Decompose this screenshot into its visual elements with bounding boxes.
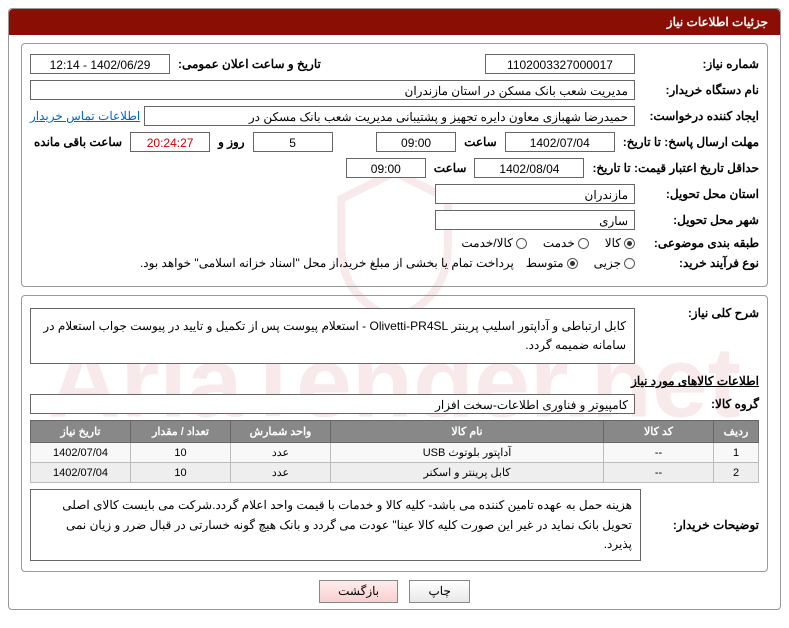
- days-and-label: روز و: [214, 135, 249, 149]
- print-button[interactable]: چاپ: [409, 580, 469, 603]
- cell-date: 1402/07/04: [31, 443, 131, 463]
- goods-group-field: کامپیوتر و فناوری اطلاعات-سخت افزار: [30, 394, 635, 414]
- need-no-field: 1102003327000017: [485, 54, 635, 74]
- subject-class-label: طبقه بندی موضوعی:: [639, 236, 759, 250]
- table-row: 1 -- آداپتور بلوتوث USB عدد 10 1402/07/0…: [31, 443, 759, 463]
- time-left-field: 20:24:27: [130, 132, 210, 152]
- panel-header: جزئیات اطلاعات نیاز: [9, 9, 780, 35]
- buyer-contact-link[interactable]: اطلاعات تماس خریدار: [30, 109, 140, 123]
- cell-code: --: [604, 463, 714, 483]
- col-code: کد کالا: [604, 421, 714, 443]
- radio-medium-label: متوسط: [526, 256, 564, 270]
- subject-class-group: کالا خدمت کالا/خدمت: [461, 236, 635, 250]
- radio-medium[interactable]: [567, 258, 578, 269]
- overall-desc-label: شرح کلی نیاز:: [639, 306, 759, 320]
- remaining-label: ساعت باقی مانده: [30, 135, 126, 149]
- buyer-org-label: نام دستگاه خریدار:: [639, 83, 759, 97]
- col-row: ردیف: [714, 421, 759, 443]
- overall-desc-box: کابل ارتباطی و آداپتور اسلیپ پرینتر Oliv…: [30, 308, 635, 364]
- buyer-notes-box: هزینه حمل به عهده تامین کننده می باشد- ک…: [30, 489, 641, 561]
- requester-label: ایجاد کننده درخواست:: [639, 109, 759, 123]
- validity-date-field: 1402/08/04: [474, 158, 584, 178]
- cell-qty: 10: [131, 463, 231, 483]
- buyer-org-field: مدیریت شعب بانک مسکن در استان مازندران: [30, 80, 635, 100]
- deadline-time-field: 09:00: [376, 132, 456, 152]
- radio-service-label: خدمت: [543, 236, 575, 250]
- table-row: 2 -- کابل پرینتر و اسکنر عدد 10 1402/07/…: [31, 463, 759, 483]
- cell-name: کابل پرینتر و اسکنر: [331, 463, 604, 483]
- radio-goods-service[interactable]: [516, 238, 527, 249]
- cell-unit: عدد: [231, 463, 331, 483]
- col-date: تاریخ نیاز: [31, 421, 131, 443]
- province-label: استان محل تحویل:: [639, 187, 759, 201]
- days-left-field: 5: [253, 132, 333, 152]
- goods-group-label: گروه کالا:: [639, 397, 759, 411]
- cell-row: 2: [714, 463, 759, 483]
- radio-goods[interactable]: [624, 238, 635, 249]
- buyer-notes-label: توضیحات خریدار:: [649, 489, 759, 561]
- treasury-note: پرداخت تمام یا بخشی از مبلغ خرید،از محل …: [140, 256, 522, 270]
- purchase-type-group: جزیی متوسط: [526, 256, 635, 270]
- announce-dt-field: 1402/06/29 - 12:14: [30, 54, 170, 74]
- cell-qty: 10: [131, 443, 231, 463]
- radio-small[interactable]: [624, 258, 635, 269]
- deadline-label: مهلت ارسال پاسخ: تا تاریخ:: [619, 135, 759, 149]
- goods-info-title: اطلاعات کالاهای مورد نیاز: [30, 374, 759, 388]
- cell-code: --: [604, 443, 714, 463]
- button-row: چاپ بازگشت: [21, 580, 768, 603]
- radio-small-label: جزیی: [594, 256, 621, 270]
- announce-dt-label: تاریخ و ساعت اعلان عمومی:: [174, 57, 325, 71]
- need-no-label: شماره نیاز:: [639, 57, 759, 71]
- cell-date: 1402/07/04: [31, 463, 131, 483]
- goods-info-box: شرح کلی نیاز: کابل ارتباطی و آداپتور اسل…: [21, 295, 768, 572]
- radio-service[interactable]: [578, 238, 589, 249]
- need-details-panel: جزئیات اطلاعات نیاز شماره نیاز: 11020033…: [8, 8, 781, 610]
- city-label: شهر محل تحویل:: [639, 213, 759, 227]
- cell-name: آداپتور بلوتوث USB: [331, 443, 604, 463]
- province-field: مازندران: [435, 184, 635, 204]
- hour-label-2: ساعت: [430, 161, 471, 175]
- purchase-type-label: نوع فرآیند خرید:: [639, 256, 759, 270]
- city-field: ساری: [435, 210, 635, 230]
- col-name: نام کالا: [331, 421, 604, 443]
- items-table: ردیف کد کالا نام کالا واحد شمارش تعداد /…: [30, 420, 759, 483]
- validity-time-field: 09:00: [346, 158, 426, 178]
- cell-row: 1: [714, 443, 759, 463]
- main-info-box: شماره نیاز: 1102003327000017 تاریخ و ساع…: [21, 43, 768, 287]
- hour-label-1: ساعت: [460, 135, 501, 149]
- requester-field: حمیدرضا شهبازی معاون دایره تجهیز و پشتیب…: [144, 106, 635, 126]
- col-qty: تعداد / مقدار: [131, 421, 231, 443]
- back-button[interactable]: بازگشت: [319, 580, 398, 603]
- cell-unit: عدد: [231, 443, 331, 463]
- validity-label: حداقل تاریخ اعتبار قیمت: تا تاریخ:: [588, 161, 759, 175]
- deadline-date-field: 1402/07/04: [505, 132, 615, 152]
- radio-goods-service-label: کالا/خدمت: [461, 236, 512, 250]
- radio-goods-label: کالا: [605, 236, 621, 250]
- col-unit: واحد شمارش: [231, 421, 331, 443]
